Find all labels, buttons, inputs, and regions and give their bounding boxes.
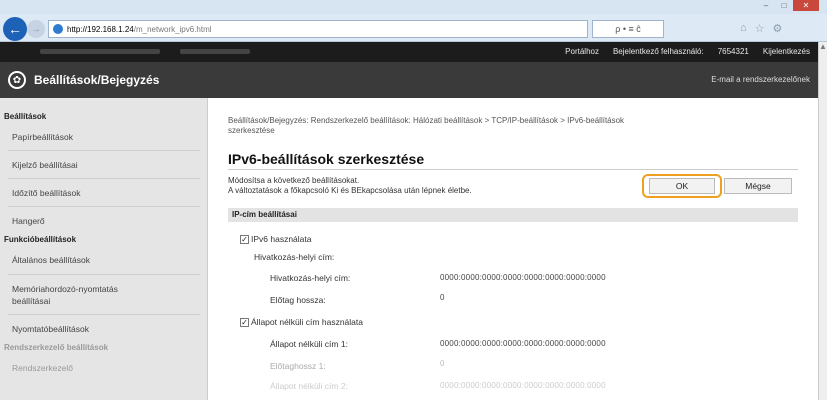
use-ipv6-label: IPv6 használata (251, 234, 312, 244)
section-ip-address-settings: IP-cím beállításai (228, 208, 798, 222)
window-controls: – □ ✕ (757, 0, 819, 11)
sidebar: Beállítások Papírbeállítások Kijelző beá… (0, 98, 208, 400)
instructions-line-2: A változtatások a főkapcsoló Ki és BEkap… (228, 186, 472, 195)
prefix1-label: Előtaghossz 1: (270, 361, 326, 371)
sidebar-section-settings: Beállítások (4, 112, 47, 121)
sidebar-item-display[interactable]: Kijelző beállításai (0, 159, 200, 171)
sidebar-item-memory-print[interactable]: Memóriahordozó-nyomtatás (0, 283, 200, 295)
home-icon[interactable]: ⌂ (740, 22, 747, 35)
forward-button[interactable]: → (27, 20, 45, 38)
sidebar-item-volume[interactable]: Hangerő (0, 215, 200, 227)
url-path: /m_network_ipv6.html (133, 24, 212, 34)
link-local-label: Hivatkozás-helyi cím: (270, 273, 351, 283)
arrow-left-icon: ← (8, 21, 22, 37)
address-actions[interactable]: ρ • ≡ ĉ (592, 20, 664, 38)
instructions: Módosítsa a következő beállításokat. A v… (228, 176, 472, 196)
sidebar-item-paper[interactable]: Papírbeállítások (0, 131, 200, 143)
minimize-icon[interactable]: – (757, 0, 775, 11)
sidebar-item-admin[interactable]: Rendszerkezelő (0, 362, 200, 374)
use-ipv6-checkbox[interactable]: ✓ (240, 235, 249, 245)
sidebar-section-functions: Funkcióbeállítások (4, 235, 77, 244)
cancel-button[interactable]: Mégse (724, 178, 792, 194)
page-title: IPv6-beállítások szerkesztése (228, 151, 425, 167)
breadcrumb-line-1[interactable]: Beállítások/Bejegyzés: Rendszerkezelő be… (228, 116, 788, 126)
sidebar-item-memory-print-2[interactable]: beállításai (0, 295, 200, 307)
link-local-heading: Hivatkozás-helyi cím: (254, 252, 335, 262)
sidebar-section-admin: Rendszerkezelő beállítások (4, 343, 109, 352)
url-host: http://192.168.1.24 (67, 24, 134, 34)
divider (8, 314, 200, 315)
favorites-icon[interactable]: ☆ (755, 22, 765, 35)
page-header: ✿ Beállítások/Bejegyzés E-mail a rendsze… (0, 62, 818, 98)
scroll-up-icon[interactable]: ▲ (819, 42, 827, 51)
device-name-blur (40, 49, 160, 54)
instructions-line-1: Módosítsa a következő beállításokat. (228, 176, 360, 185)
address-bar[interactable]: http://192.168.1.24 /m_network_ipv6.html (48, 20, 588, 38)
link-local-value: 0000:0000:0000:0000:0000:0000:0000:0000 (440, 273, 606, 282)
email-admin-link[interactable]: E-mail a rendszerkezelőnek (711, 75, 810, 84)
divider (8, 150, 200, 151)
back-button[interactable]: ← (3, 17, 27, 41)
top-bar: Portálhoz Bejelentkező felhasználó: 7654… (0, 42, 818, 62)
stateless-row: ✓ Állapot nélküli cím használata (240, 317, 363, 328)
portal-link[interactable]: Portálhoz (565, 47, 599, 56)
user-id: 7654321 (717, 47, 749, 56)
user-label: Bejelentkező felhasználó: (612, 47, 704, 56)
main-content: Beállítások/Bejegyzés: Rendszerkezelő be… (208, 98, 818, 400)
stateless1-value: 0000:0000:0000:0000:0000:0000:0000:0000 (440, 339, 606, 348)
breadcrumb: Beállítások/Bejegyzés: Rendszerkezelő be… (228, 116, 788, 136)
browser-titlebar: – □ ✕ (0, 0, 827, 14)
stateless-label: Állapot nélküli cím használata (251, 317, 363, 327)
page-scrollbar[interactable]: ▲ (818, 42, 827, 400)
prefix-label: Előtag hossza: (270, 295, 326, 305)
stateless1-label: Állapot nélküli cím 1: (270, 339, 348, 349)
header-title: Beállítások/Bejegyzés (34, 73, 160, 87)
logout-link[interactable]: Kijelentkezés (763, 47, 810, 56)
stateless2-value: 0000:0000:0000:0000:0000:0000:0000:0000 (440, 381, 606, 390)
close-icon[interactable]: ✕ (793, 0, 819, 11)
ok-button-highlight: OK (642, 174, 722, 198)
breadcrumb-line-2: szerkesztése (228, 126, 275, 135)
arrow-right-icon: → (31, 23, 41, 35)
gear-icon: ✿ (8, 71, 26, 89)
browser-tools: ⌂ ☆ ⚙ (740, 22, 782, 35)
stateless-checkbox[interactable]: ✓ (240, 318, 249, 328)
divider (8, 206, 200, 207)
maximize-icon[interactable]: □ (775, 0, 793, 11)
divider (8, 274, 200, 275)
prefix-value: 0 (440, 293, 445, 302)
use-ipv6-row: ✓ IPv6 használata (240, 234, 312, 245)
device-location-blur (180, 49, 250, 54)
stateless2-label: Állapot nélküli cím 2: (270, 381, 348, 391)
sidebar-item-general[interactable]: Általános beállítások (0, 254, 200, 266)
sidebar-item-timer[interactable]: Időzítő beállítások (0, 187, 200, 199)
settings-icon[interactable]: ⚙ (773, 22, 783, 35)
address-toolbar: ← → http://192.168.1.24 /m_network_ipv6.… (0, 14, 827, 42)
divider (8, 178, 200, 179)
ie-icon (53, 24, 63, 34)
ok-button[interactable]: OK (649, 178, 715, 194)
sidebar-item-printer[interactable]: Nyomtatóbeállítások (0, 323, 200, 335)
divider (228, 169, 798, 170)
prefix1-value: 0 (440, 359, 445, 368)
